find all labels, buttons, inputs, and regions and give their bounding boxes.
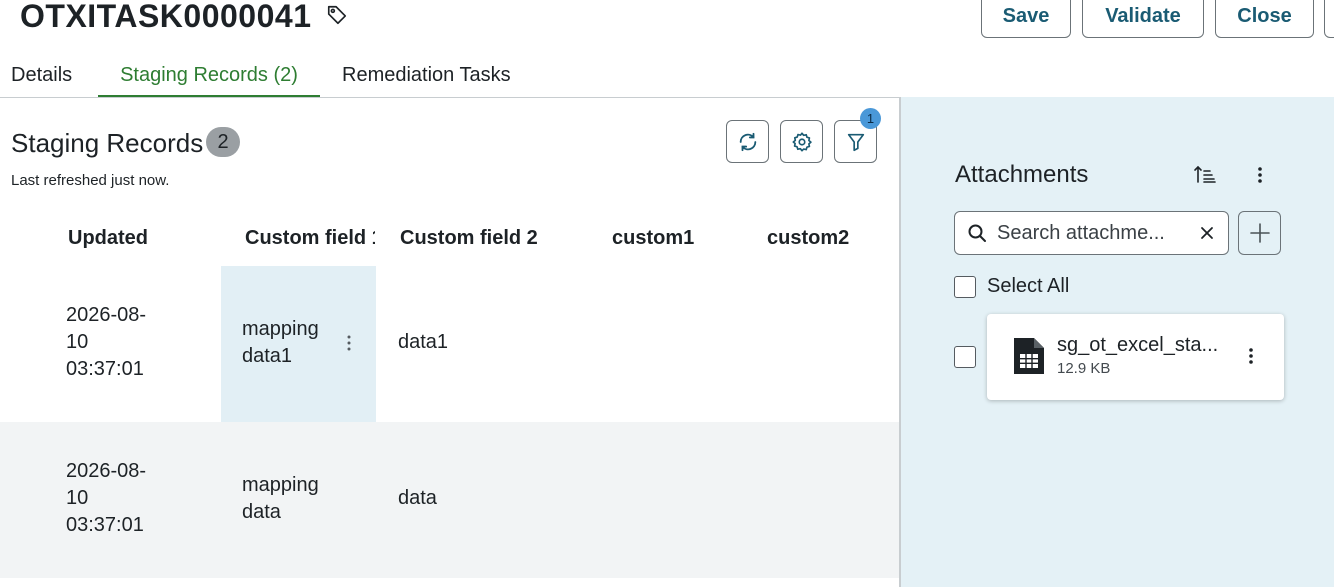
tab-staging-records[interactable]: Staging Records (2) xyxy=(98,55,320,98)
custom-field-1-cell[interactable]: mapping data xyxy=(242,472,342,526)
refresh-button[interactable] xyxy=(726,120,769,163)
close-button[interactable]: Close xyxy=(1215,0,1314,38)
filter-count-badge: 1 xyxy=(860,108,881,129)
plus-icon xyxy=(1249,223,1270,243)
custom-field-2-cell[interactable]: data1 xyxy=(398,329,448,356)
staging-records-panel: Staging Records 2 Last refreshed just no… xyxy=(0,98,900,587)
record-header: OTXITASK0000041 Save Validate Close xyxy=(0,0,1334,50)
save-button[interactable]: Save xyxy=(981,0,1071,38)
attachment-search-input[interactable] xyxy=(997,220,1187,246)
table-row[interactable]: 2026-08- 10 03:37:01 mapping data1 data1 xyxy=(0,266,899,422)
settings-button[interactable] xyxy=(780,120,823,163)
attachment-checkbox[interactable] xyxy=(954,346,976,368)
column-header-custom2[interactable]: custom2 xyxy=(767,225,877,251)
tag-icon[interactable] xyxy=(326,4,348,26)
attachment-file-name[interactable]: sg_ot_excel_sta... xyxy=(1057,332,1227,358)
table-row[interactable]: 2026-08- 10 03:37:01 mapping data data xyxy=(0,422,899,578)
record-count-badge: 2 xyxy=(206,127,240,157)
attachment-search-box[interactable] xyxy=(954,211,1229,255)
attachments-menu-icon[interactable] xyxy=(1253,165,1267,185)
column-header-custom-field-2[interactable]: Custom field 2 xyxy=(400,225,580,251)
section-title: Staging Records xyxy=(11,128,204,158)
add-attachment-button[interactable] xyxy=(1238,211,1281,255)
custom-field-2-cell[interactable]: data xyxy=(398,485,437,512)
updated-cell: 2026-08- 10 03:37:01 xyxy=(66,460,147,536)
spreadsheet-file-icon xyxy=(1014,338,1044,374)
last-refreshed-text: Last refreshed just now. xyxy=(11,172,170,189)
tab-details[interactable]: Details xyxy=(11,55,72,98)
select-all-label[interactable]: Select All xyxy=(987,273,1069,299)
updated-cell: 2026-08- 10 03:37:01 xyxy=(66,304,147,380)
tab-remediation-tasks[interactable]: Remediation Tasks xyxy=(342,55,511,98)
attachments-panel: Attachments Select All s xyxy=(901,97,1334,587)
record-number: OTXITASK0000041 xyxy=(20,0,312,34)
search-icon xyxy=(968,224,986,242)
attachment-file-size: 12.9 KB xyxy=(1057,360,1111,377)
cell-menu-icon[interactable] xyxy=(342,333,356,353)
attachment-menu-icon[interactable] xyxy=(1244,346,1258,366)
attachment-card[interactable]: sg_ot_excel_sta... 12.9 KB xyxy=(987,314,1284,400)
record-tabs: Details Staging Records (2) Remediation … xyxy=(0,55,900,98)
refresh-icon xyxy=(739,132,756,151)
custom-field-1-cell[interactable]: mapping data1 xyxy=(242,316,342,370)
validate-button[interactable]: Validate xyxy=(1082,0,1204,38)
sort-icon[interactable] xyxy=(1193,163,1217,185)
clear-icon[interactable] xyxy=(1199,225,1215,241)
attachments-title: Attachments xyxy=(955,161,1089,188)
gear-icon xyxy=(791,131,812,152)
column-header-custom1[interactable]: custom1 xyxy=(612,225,722,251)
select-all-checkbox[interactable] xyxy=(954,276,976,298)
column-header-updated[interactable]: Updated xyxy=(68,225,208,251)
filter-icon xyxy=(847,133,864,151)
column-header-custom-field-1[interactable]: Custom field 1 xyxy=(245,225,375,251)
more-actions-button[interactable] xyxy=(1324,0,1334,38)
